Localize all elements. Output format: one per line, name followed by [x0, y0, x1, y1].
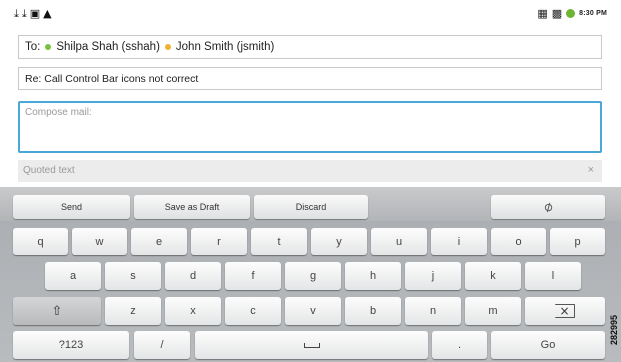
key-p[interactable]: p [550, 228, 605, 255]
save-draft-button[interactable]: Save as Draft [134, 195, 250, 219]
key-y[interactable]: y [311, 228, 367, 255]
send-button[interactable]: Send [13, 195, 130, 219]
key-x[interactable]: x [165, 297, 221, 325]
space-key[interactable] [195, 331, 428, 359]
key-c[interactable]: c [225, 297, 281, 325]
figure-id: 282995 [606, 303, 620, 359]
recipient-chip[interactable]: Shilpa Shah (sshah) [56, 41, 160, 53]
clock: 8:30 PM [579, 10, 607, 17]
discard-button[interactable]: Discard [254, 195, 368, 219]
away-status-icon [164, 44, 171, 50]
backspace-key[interactable]: × [525, 297, 605, 325]
key-z[interactable]: z [105, 297, 161, 325]
period-key[interactable]: . [432, 331, 487, 359]
subject-text: Re: Call Control Bar icons not correct [25, 73, 199, 85]
key-l[interactable]: l [525, 262, 581, 290]
soft-keyboard: Send Save as Draft Discard ⌀ q w e r t y… [0, 187, 621, 362]
paperclip-icon: ⌀ [540, 197, 556, 217]
key-w[interactable]: w [72, 228, 127, 255]
subject-field[interactable]: Re: Call Control Bar icons not correct [18, 67, 602, 90]
compose-action-bar: Send Save as Draft Discard ⌀ [0, 187, 621, 221]
online-status-icon [45, 44, 52, 50]
figure-id-text: 282995 [609, 314, 619, 346]
key-d[interactable]: d [165, 262, 221, 290]
quoted-text-label: Quoted text [23, 165, 75, 176]
to-field[interactable]: To: Shilpa Shah (sshah) John Smith (jsmi… [18, 35, 602, 59]
to-label: To: [25, 41, 41, 53]
key-q[interactable]: q [13, 228, 68, 255]
key-r[interactable]: r [191, 228, 247, 255]
status-bar: ⤓ ⤓ ▣ ▲ ▦ ▩ 8:30 PM [0, 0, 621, 26]
key-s[interactable]: s [105, 262, 161, 290]
key-a[interactable]: a [45, 262, 101, 290]
space-icon [303, 342, 320, 348]
key-o[interactable]: o [491, 228, 546, 255]
download-icon: ⤓ [21, 7, 27, 20]
signal-icon: ▦ [537, 7, 548, 20]
recipient-chip[interactable]: John Smith (jsmith) [176, 41, 274, 53]
compose-mail-field[interactable]: Compose mail: [18, 101, 602, 153]
symbols-key[interactable]: ?123 [13, 331, 129, 359]
key-e[interactable]: e [131, 228, 187, 255]
warning-icon: ▲ [43, 7, 52, 20]
shift-icon: ⇧ [51, 303, 63, 319]
download-icon: ⤓ [14, 7, 19, 20]
key-g[interactable]: g [285, 262, 341, 290]
compose-placeholder: Compose mail: [25, 107, 92, 118]
attach-button[interactable]: ⌀ [491, 195, 605, 219]
backspace-icon: × [555, 304, 575, 318]
slash-key[interactable]: / [134, 331, 190, 359]
battery-icon [566, 9, 576, 18]
quoted-text-bar[interactable]: Quoted text × [18, 160, 602, 182]
key-h[interactable]: h [345, 262, 401, 290]
key-i[interactable]: i [431, 228, 487, 255]
go-key[interactable]: Go [491, 331, 605, 359]
key-f[interactable]: f [225, 262, 281, 290]
image-icon: ▣ [29, 7, 41, 20]
close-icon[interactable]: × [588, 164, 594, 176]
key-v[interactable]: v [285, 297, 341, 325]
key-n[interactable]: n [405, 297, 461, 325]
key-u[interactable]: u [371, 228, 427, 255]
notification-icons: ⤓ ⤓ ▣ ▲ [14, 8, 52, 20]
key-k[interactable]: k [465, 262, 521, 290]
key-t[interactable]: t [251, 228, 307, 255]
wifi-icon: ▩ [551, 7, 563, 20]
key-m[interactable]: m [465, 297, 521, 325]
shift-key[interactable]: ⇧ [13, 297, 101, 325]
system-icons: ▦ ▩ 8:30 PM [537, 8, 607, 19]
key-b[interactable]: b [345, 297, 401, 325]
key-j[interactable]: j [405, 262, 461, 290]
